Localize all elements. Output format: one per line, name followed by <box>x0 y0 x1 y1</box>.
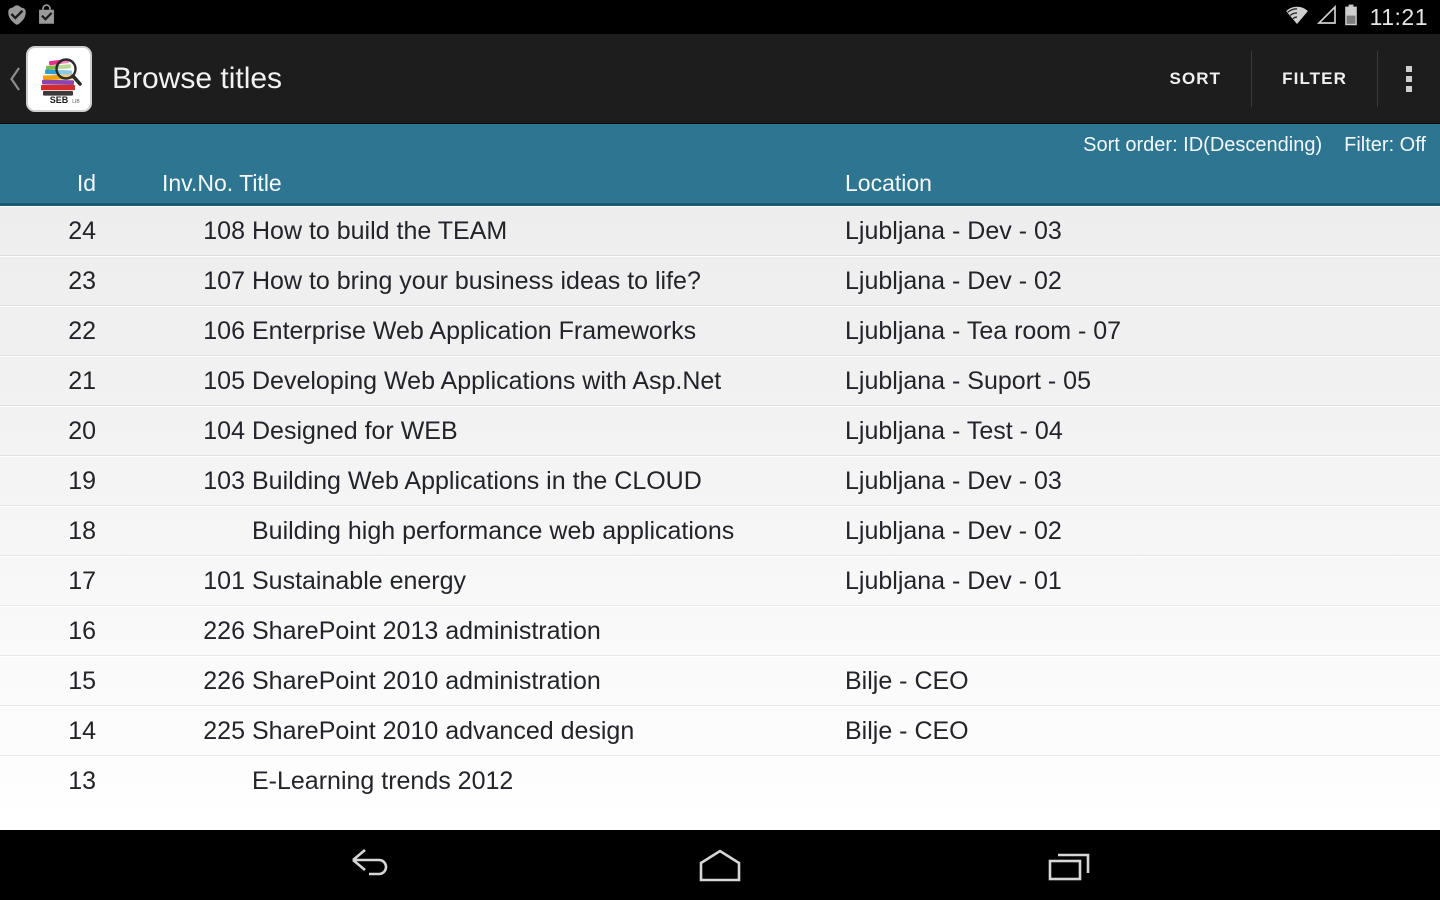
action-bar: SEB LIB Browse titles SORT FILTER <box>0 34 1440 124</box>
table-row[interactable]: 13 E-Learning trends 2012 <box>0 756 1440 806</box>
up-navigation-button[interactable] <box>4 64 26 94</box>
table-row[interactable]: 21 105 Developing Web Applications with As… <box>0 356 1440 406</box>
column-header-id[interactable]: Id <box>0 170 96 197</box>
row-title: Designed for WEB <box>252 417 458 445</box>
row-title: How to build the TEAM <box>252 217 508 245</box>
action-bar-actions: SORT FILTER <box>1140 34 1440 123</box>
row-title: SharePoint 2010 advanced design <box>252 717 635 745</box>
row-inv-no: 226 <box>203 667 245 695</box>
row-location: Bilje - CEO <box>845 667 969 695</box>
home-icon <box>699 849 741 882</box>
overflow-dot-icon <box>1406 65 1412 72</box>
column-header-location[interactable]: Location <box>845 170 932 197</box>
check-circle-icon <box>6 4 28 31</box>
table-row[interactable]: 14 225 SharePoint 2010 advanced design Bilj… <box>0 706 1440 756</box>
row-id: 15 <box>68 667 96 695</box>
sort-filter-status: Sort order: ID(Descending) Filter: Off <box>0 124 1440 157</box>
row-id: 17 <box>68 567 96 595</box>
app-icon[interactable]: SEB LIB <box>26 45 92 112</box>
svg-text:LIB: LIB <box>72 99 80 105</box>
row-inv-no: 225 <box>203 717 245 745</box>
titles-list[interactable]: 24 108 How to build the TEAM Ljubljana - De… <box>0 206 1440 806</box>
table-row[interactable]: 22 106 Enterprise Web Application Framewor… <box>0 306 1440 356</box>
row-inv-no: 103 <box>203 467 245 495</box>
filter-button[interactable]: FILTER <box>1252 51 1377 107</box>
row-location: Ljubljana - Dev - 03 <box>845 467 1062 495</box>
row-location: Ljubljana - Dev - 01 <box>845 567 1062 595</box>
status-notifications <box>6 3 57 31</box>
row-id: 13 <box>68 767 96 795</box>
table-row[interactable]: 23 107 How to bring your business ideas to… <box>0 256 1440 306</box>
filter-status-text: Filter: Off <box>1344 134 1426 156</box>
overflow-dot-icon <box>1406 75 1412 82</box>
nav-home-button[interactable] <box>620 830 820 900</box>
table-row[interactable]: 19 103 Building Web Applications in the CL… <box>0 456 1440 506</box>
row-location: Ljubljana - Tea room - 07 <box>845 317 1122 345</box>
row-title: Building Web Applications in the CLOUD <box>252 467 702 495</box>
row-title: Building high performance web applicatio… <box>252 517 735 545</box>
nav-recents-button[interactable] <box>970 830 1170 900</box>
row-id: 23 <box>68 267 96 295</box>
row-inv-no: 104 <box>203 417 245 445</box>
battery-icon <box>1344 4 1358 31</box>
overflow-menu-button[interactable] <box>1378 51 1440 107</box>
row-id: 24 <box>68 217 96 245</box>
chevron-left-icon <box>10 66 20 91</box>
row-title: SharePoint 2010 administration <box>252 667 601 695</box>
row-title: How to bring your business ideas to life… <box>252 267 701 295</box>
table-row[interactable]: 15 226 SharePoint 2010 administration Bilje… <box>0 656 1440 706</box>
row-title: Developing Web Applications with Asp.Net <box>252 367 722 395</box>
cellular-signal-icon <box>1316 4 1337 30</box>
sort-button[interactable]: SORT <box>1140 51 1252 107</box>
column-header-inv-title[interactable]: Inv.No. Title <box>162 170 282 197</box>
column-headers: Id Inv.No. Title Location <box>0 157 1440 203</box>
seb-lib-logo-icon: SEB LIB <box>30 49 88 108</box>
row-id: 14 <box>68 717 96 745</box>
overflow-dot-icon <box>1406 85 1412 92</box>
table-row[interactable]: 18 Building high performance web applicat… <box>0 506 1440 556</box>
row-location: Ljubljana - Dev - 03 <box>845 217 1062 245</box>
row-id: 22 <box>68 317 96 345</box>
row-inv-no: 101 <box>203 567 245 595</box>
status-bar: 11:21 <box>0 0 1440 34</box>
row-location: Ljubljana - Dev - 02 <box>845 267 1062 295</box>
row-id: 18 <box>68 517 96 545</box>
wifi-icon <box>1285 5 1309 30</box>
page-title: Browse titles <box>112 61 283 95</box>
row-location: Ljubljana - Suport - 05 <box>845 367 1091 395</box>
shopping-bag-check-icon <box>36 3 57 31</box>
nav-back-button[interactable] <box>270 830 470 900</box>
row-inv-no: 105 <box>203 367 245 395</box>
row-id: 16 <box>68 617 96 645</box>
row-title: Sustainable energy <box>252 567 467 595</box>
row-location: Bilje - CEO <box>845 717 969 745</box>
back-icon <box>352 849 388 876</box>
row-inv-no <box>150 756 245 806</box>
recents-icon <box>1048 853 1090 881</box>
row-location: Ljubljana - Test - 04 <box>845 417 1063 445</box>
status-clock: 11:21 <box>1369 3 1428 30</box>
table-row[interactable]: 16 226 SharePoint 2013 administration <box>0 606 1440 656</box>
svg-text:SEB: SEB <box>50 95 69 105</box>
system-navigation-bar <box>0 830 1440 900</box>
status-system-icons: 11:21 <box>1285 4 1428 31</box>
row-id: 19 <box>68 467 96 495</box>
row-location: Ljubljana - Dev - 02 <box>845 517 1062 545</box>
row-inv-no: 108 <box>203 217 245 245</box>
row-inv-no: 107 <box>203 267 245 295</box>
table-row[interactable]: 17 101 Sustainable energy Ljubljana - Dev -… <box>0 556 1440 606</box>
row-id: 20 <box>68 417 96 445</box>
sort-order-text: Sort order: ID(Descending) <box>1083 134 1323 156</box>
row-title: SharePoint 2013 administration <box>252 617 601 645</box>
list-header: Sort order: ID(Descending) Filter: Off I… <box>0 124 1440 203</box>
row-title: Enterprise Web Application Frameworks <box>252 317 697 345</box>
table-row[interactable]: 20 104 Designed for WEB Ljubljana - Test - … <box>0 406 1440 456</box>
row-inv-no: 106 <box>203 317 245 345</box>
row-inv-no <box>150 506 245 556</box>
table-row[interactable]: 24 108 How to build the TEAM Ljubljana - De… <box>0 206 1440 256</box>
row-title: E-Learning trends 2012 <box>252 767 514 795</box>
row-inv-no: 226 <box>203 617 245 645</box>
row-id: 21 <box>68 367 96 395</box>
android-screen: 11:21 SEB LIB Browse titles SORT FILTER … <box>0 0 1440 900</box>
